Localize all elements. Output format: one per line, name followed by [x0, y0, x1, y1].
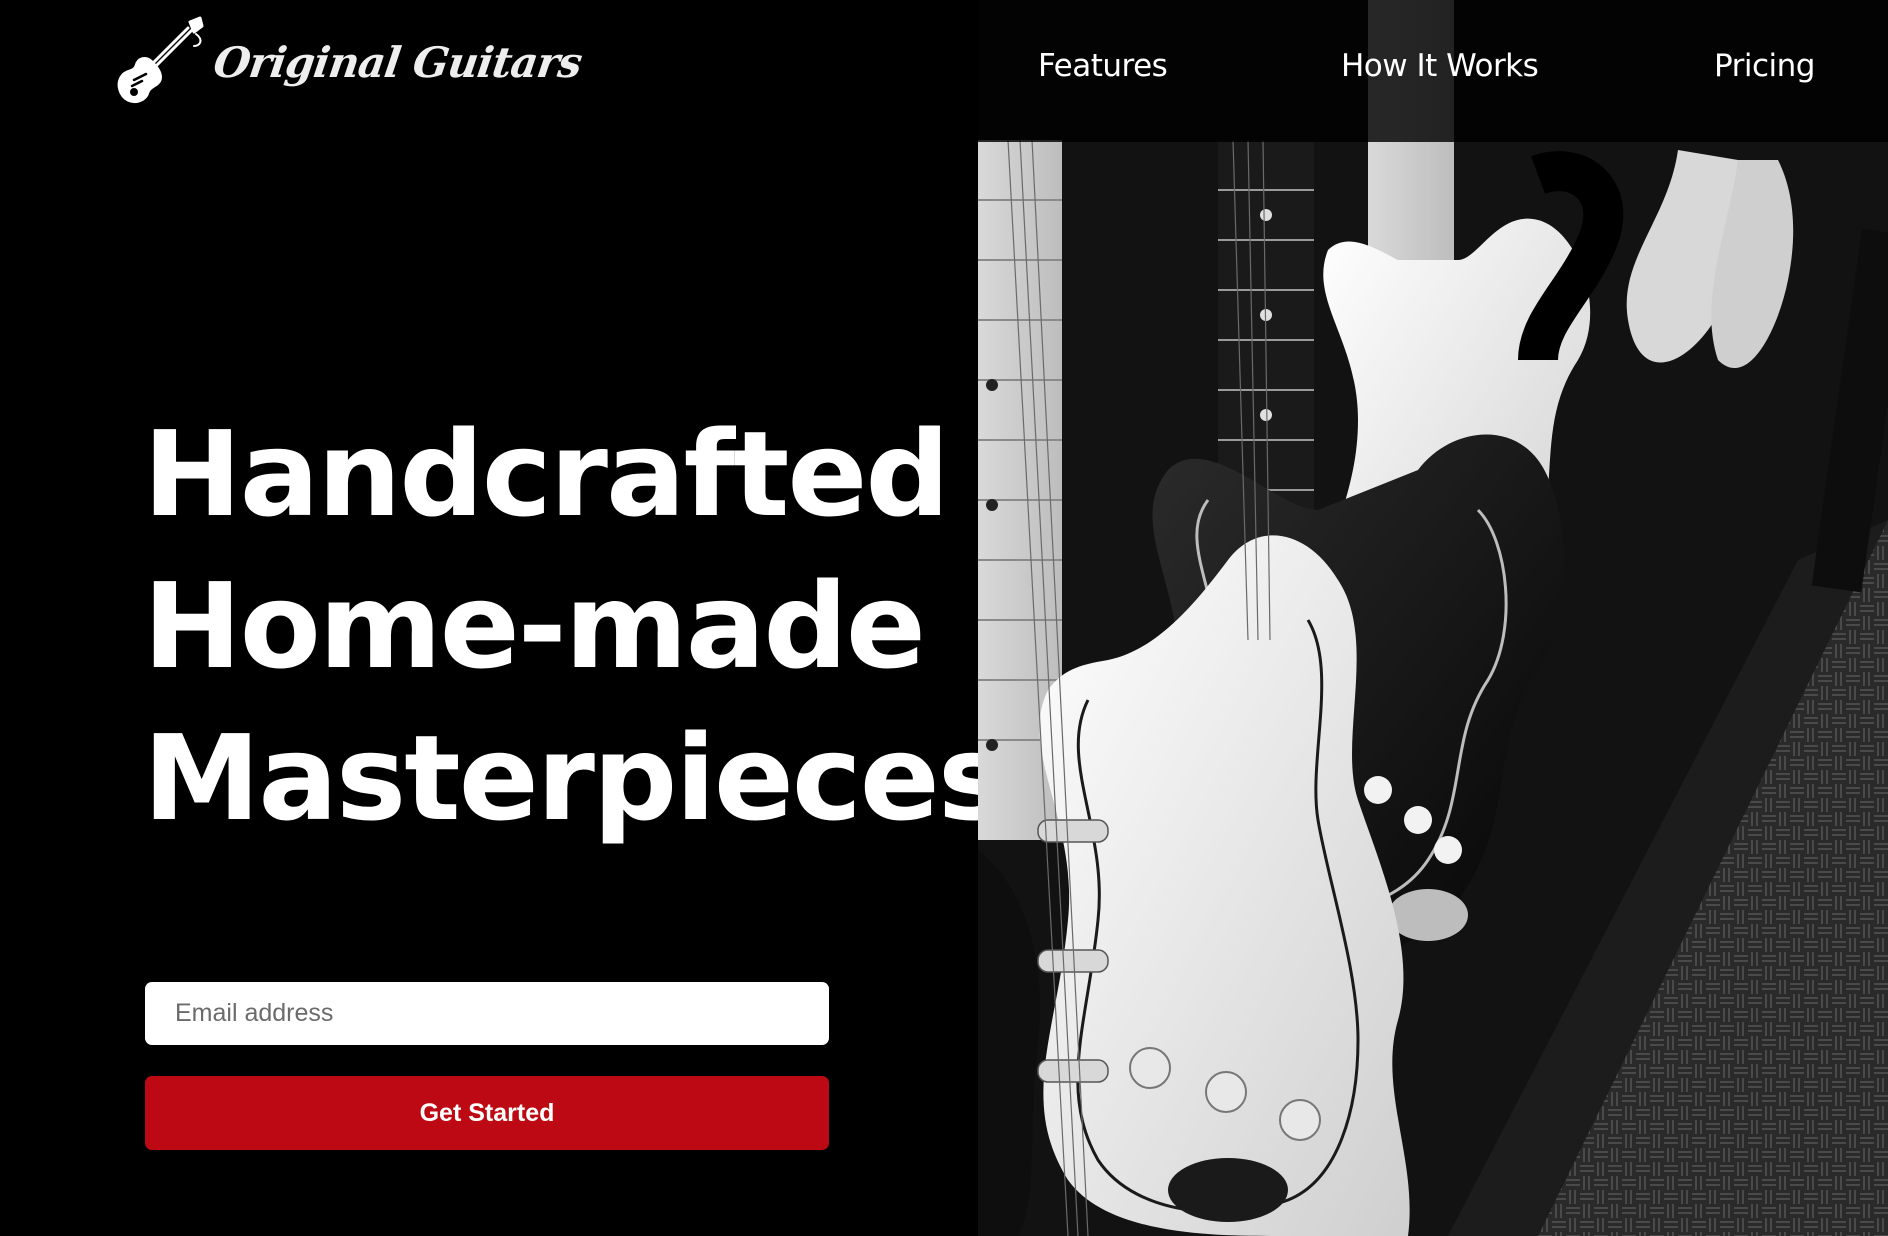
guitars-photo: [978, 0, 1888, 1236]
nav-link-how-it-works[interactable]: How It Works: [1341, 48, 1539, 84]
brand-name: Original Guitars: [210, 37, 585, 87]
hero-image-panel: Features How It Works Pricing: [978, 0, 1888, 1236]
email-input[interactable]: [145, 982, 829, 1045]
hero-headline: Handcrafted Home-made Masterpieces.: [143, 398, 1051, 854]
electric-guitar-icon: [117, 16, 204, 104]
brand-logo[interactable]: Original Guitars: [112, 16, 585, 108]
headline-line-3: Masterpieces.: [143, 709, 1051, 847]
nav-link-features[interactable]: Features: [1038, 48, 1168, 84]
hero-left-panel: Original Guitars Handcrafted Home-made M…: [0, 0, 1051, 1236]
landing-page: Original Guitars Handcrafted Home-made M…: [0, 0, 1888, 1236]
nav-link-pricing[interactable]: Pricing: [1714, 48, 1816, 84]
headline-line-1: Handcrafted: [143, 405, 950, 543]
get-started-button[interactable]: Get Started: [145, 1076, 829, 1150]
top-navigation: Features How It Works Pricing: [978, 0, 1888, 142]
headline-line-2: Home-made: [143, 557, 926, 695]
signup-form: Get Started: [145, 982, 829, 1150]
